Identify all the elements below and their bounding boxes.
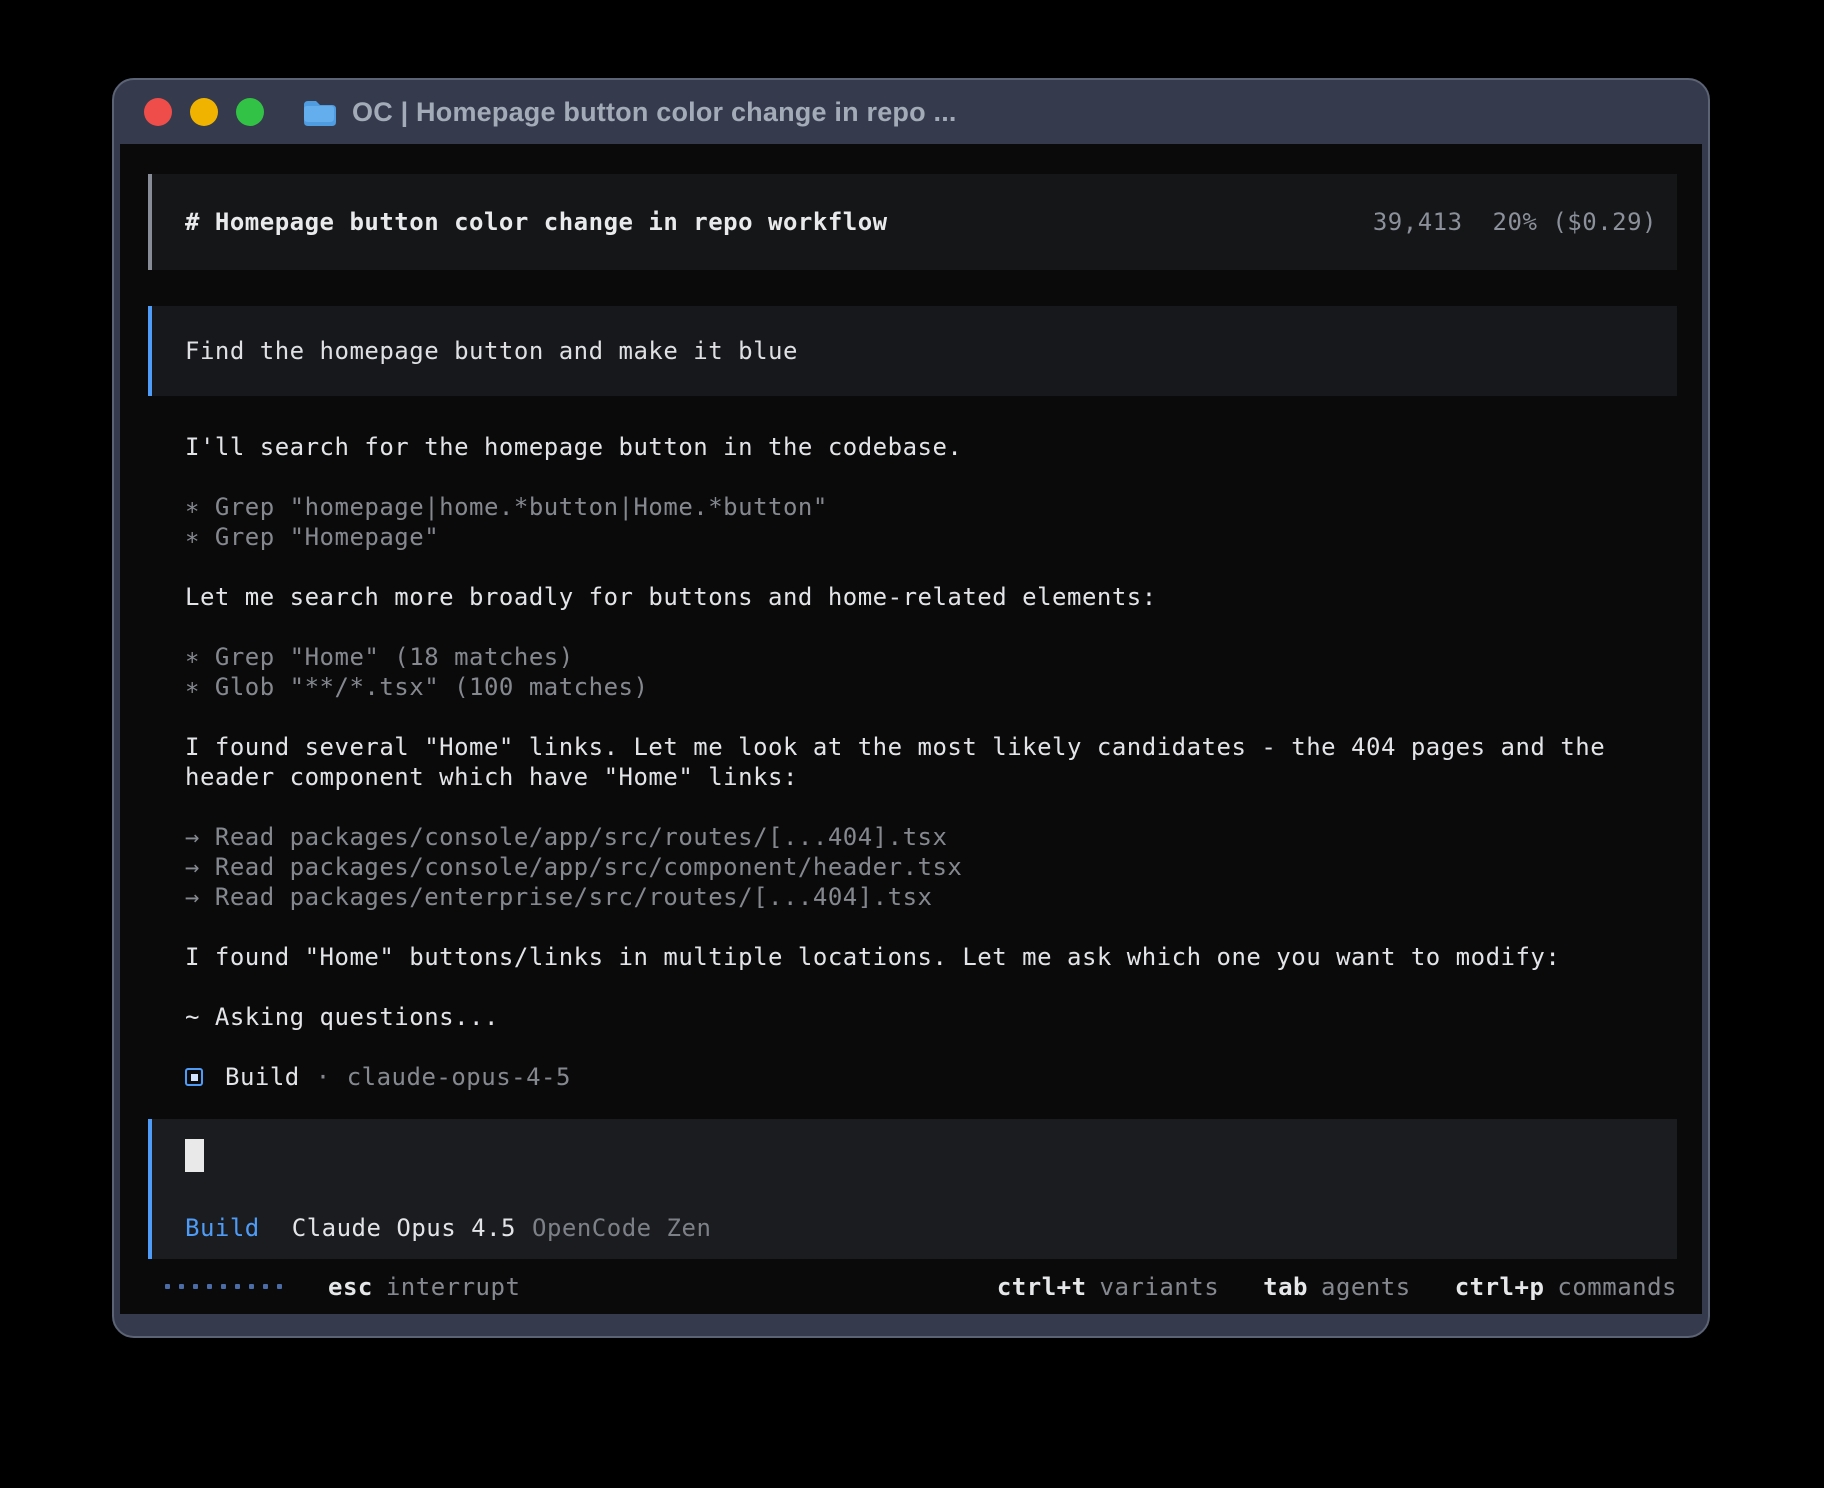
hint-key: esc (328, 1273, 373, 1301)
hint-label: interrupt (386, 1273, 521, 1301)
assistant-text: Let me search more broadly for buttons a… (185, 582, 1677, 612)
agent-model: claude-opus-4-5 (347, 1063, 571, 1091)
tool-call-read: → Read packages/enterprise/src/routes/[.… (185, 882, 1677, 912)
hint-commands: ctrl+p commands (1455, 1273, 1677, 1301)
hint-interrupt: esc interrupt (328, 1273, 520, 1301)
user-message-text: Find the homepage button and make it blu… (185, 337, 798, 365)
session-stats: 39,413 20% ($0.29) (1373, 208, 1657, 236)
agent-separator: · (316, 1063, 331, 1091)
hint-key: ctrl+p (1455, 1273, 1545, 1301)
hint-key: tab (1263, 1273, 1308, 1301)
session-header: # Homepage button color change in repo w… (148, 174, 1677, 270)
hint-variants: ctrl+t variants (997, 1273, 1219, 1301)
token-count: 39,413 (1373, 208, 1463, 236)
agent-mode-icon (185, 1068, 203, 1086)
agent-status-line: Build · claude-opus-4-5 (185, 1062, 1677, 1092)
terminal-window: OC | Homepage button color change in rep… (112, 78, 1710, 1338)
zoom-button[interactable] (236, 98, 264, 126)
assistant-text: I'll search for the homepage button in t… (185, 432, 1677, 462)
hint-label: commands (1557, 1273, 1677, 1301)
hint-label: agents (1321, 1273, 1411, 1301)
prompt-input[interactable]: Build Claude Opus 4.5 OpenCode Zen (148, 1119, 1677, 1259)
active-model[interactable]: Claude Opus 4.5 (292, 1214, 516, 1242)
titlebar[interactable]: OC | Homepage button color change in rep… (114, 80, 1708, 144)
hint-label: variants (1100, 1273, 1220, 1301)
context-cost: 20% ($0.29) (1493, 208, 1657, 236)
tool-call-grep: ∗ Grep "Homepage" (185, 522, 1677, 552)
progress-dots (165, 1284, 282, 1289)
hint-agents: tab agents (1263, 1273, 1411, 1301)
folder-icon (302, 99, 336, 126)
traffic-lights (144, 98, 264, 126)
minimize-button[interactable] (190, 98, 218, 126)
status-bar: esc interrupt ctrl+t variants tab agents… (148, 1259, 1677, 1314)
tool-call-grep: ∗ Grep "homepage|home.*button|Home.*butt… (185, 492, 1677, 522)
tool-call-read: → Read packages/console/app/src/routes/[… (185, 822, 1677, 852)
progress-status: ~ Asking questions... (185, 1002, 1677, 1032)
user-message: Find the homepage button and make it blu… (148, 306, 1677, 396)
agent-name: Build (225, 1063, 300, 1091)
close-button[interactable] (144, 98, 172, 126)
session-title: # Homepage button color change in repo w… (185, 208, 888, 236)
tool-call-glob: ∗ Glob "**/*.tsx" (100 matches) (185, 672, 1677, 702)
active-agent[interactable]: Build (185, 1214, 260, 1242)
window-title: OC | Homepage button color change in rep… (352, 97, 957, 128)
input-status-line: Build Claude Opus 4.5 OpenCode Zen (185, 1213, 711, 1243)
assistant-text: I found "Home" buttons/links in multiple… (185, 942, 1677, 972)
text-cursor (185, 1139, 204, 1172)
tool-call-grep: ∗ Grep "Home" (18 matches) (185, 642, 1677, 672)
active-provider: OpenCode Zen (532, 1214, 711, 1242)
hint-key: ctrl+t (997, 1273, 1087, 1301)
transcript: I'll search for the homepage button in t… (185, 432, 1677, 1094)
tool-call-read: → Read packages/console/app/src/componen… (185, 852, 1677, 882)
assistant-text: I found several "Home" links. Let me loo… (185, 732, 1677, 792)
terminal-content: # Homepage button color change in repo w… (120, 144, 1702, 1314)
